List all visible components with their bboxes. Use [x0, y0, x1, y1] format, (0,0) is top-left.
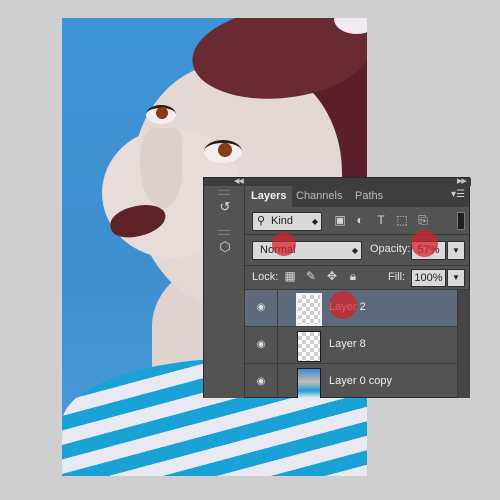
filter-kind-label: Kind [271, 215, 294, 227]
layer-row-layer-0-copy[interactable]: ◉ Layer 0 copy [245, 364, 457, 398]
divider [277, 364, 278, 398]
history-panel-icon[interactable]: ↺ [216, 198, 234, 216]
shape-filter-icon[interactable]: ⬚ [395, 213, 409, 227]
image-filter-icon[interactable]: ▣ [333, 213, 347, 227]
layers-panel-main: Layers Channels Paths ▾☰ ⚲ Kind ◆ ▣ ◐ T … [245, 186, 470, 398]
eye-icon[interactable]: ◉ [255, 376, 267, 388]
lock-pixels-icon[interactable]: ✎ [304, 269, 318, 283]
fill-slider-button[interactable]: ▼ [447, 269, 465, 287]
layer-name[interactable]: Layer 0 copy [329, 375, 392, 387]
updown-arrows-icon: ◆ [311, 217, 318, 226]
eye-icon[interactable]: ◉ [255, 302, 267, 314]
lock-row: Lock: ▦ ✎ ✥ 🔒︎ Fill: 100% ▼ [245, 266, 469, 290]
adjustment-filter-icon[interactable]: ◐ [353, 213, 367, 227]
divider [277, 327, 278, 363]
collapse-right-icon[interactable]: ▶▶ [457, 177, 467, 185]
strip-grip[interactable] [218, 190, 230, 195]
layer-row-layer-8[interactable]: ◉ Layer 8 [245, 327, 457, 364]
lock-transparent-icon[interactable]: ▦ [283, 269, 297, 283]
tab-channels[interactable]: Channels [290, 186, 348, 207]
annotation-dot-opacity [411, 230, 438, 257]
layers-panel: ◀◀ ▶▶ ↺ ⬡ Layers Channels Paths ▾☰ ⚲ Kin… [203, 177, 471, 398]
layer-name[interactable]: Layer 8 [329, 338, 366, 350]
lock-label: Lock: [252, 271, 279, 283]
strip-grip[interactable] [218, 230, 230, 235]
panel-tabs: Layers Channels Paths ▾☰ [245, 186, 469, 207]
layer-filter-row: ⚲ Kind ◆ ▣ ◐ T ⬚ ⎘ [245, 208, 469, 235]
smart-object-filter-icon[interactable]: ⎘ [416, 213, 430, 227]
lock-all-icon[interactable]: 🔒︎ [346, 269, 360, 283]
filter-kind-select[interactable]: ⚲ Kind ◆ [252, 212, 322, 231]
collapse-left-icon[interactable]: ◀◀ [234, 177, 244, 185]
layer-list-scrollbar[interactable] [457, 290, 470, 398]
lock-position-icon[interactable]: ✥ [325, 269, 339, 283]
filter-toggle[interactable] [457, 212, 465, 230]
nose [140, 128, 182, 208]
panel-icon-strip: ↺ ⬡ [204, 186, 245, 398]
tab-layers[interactable]: Layers [245, 186, 293, 207]
divider [277, 290, 278, 326]
layer-thumbnail [297, 331, 321, 362]
annotation-dot-layer-2 [329, 291, 357, 319]
right-iris [218, 143, 232, 157]
panel-dock-bar[interactable]: ◀◀ ▶▶ [204, 178, 471, 186]
3d-panel-icon[interactable]: ⬡ [216, 238, 234, 256]
type-filter-icon[interactable]: T [374, 213, 388, 227]
tab-paths[interactable]: Paths [349, 186, 389, 207]
layer-thumbnail [296, 293, 322, 326]
blend-mode-select[interactable]: Normal ◆ [252, 241, 362, 260]
search-icon: ⚲ [257, 215, 266, 227]
left-iris [156, 107, 168, 119]
opacity-label: Opacity: [370, 243, 411, 255]
opacity-slider-button[interactable]: ▼ [447, 241, 465, 260]
layer-thumbnail [297, 368, 321, 398]
fill-input[interactable]: 100% [411, 269, 446, 287]
eye-icon[interactable]: ◉ [255, 339, 267, 351]
panel-menu-icon[interactable]: ▾☰ [451, 189, 465, 200]
fill-label: Fill: [388, 271, 406, 283]
annotation-dot-blend-mode [272, 232, 296, 256]
updown-arrows-icon: ◆ [351, 246, 358, 255]
